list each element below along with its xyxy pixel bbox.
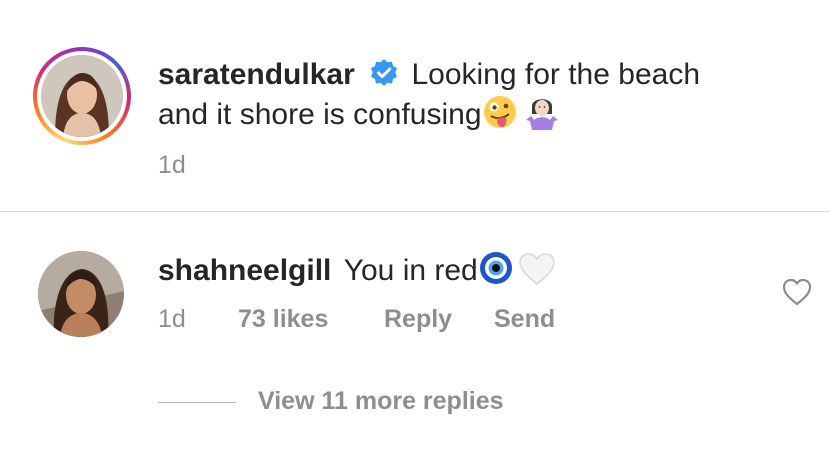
story-ring-avatar[interactable] [33,47,131,145]
avatar-ring-inner [37,51,127,141]
caption-line-1: saratendulkar Looking for the beach [158,56,700,98]
caption-text-line-2: and it shore is confusing [158,98,482,131]
caption: saratendulkar Looking for the beach and … [0,0,830,212]
comment: shahneelgill You in red 1d 73 likes Repl… [0,212,830,461]
caption-timestamp: 1d [158,151,186,179]
nazar-amulet-emoji [478,250,514,296]
comment-avatar-image [38,251,124,337]
comment-avatar[interactable] [38,251,124,337]
reply-button[interactable]: Reply [384,304,452,334]
caption-username[interactable]: saratendulkar [158,58,355,91]
verified-badge-icon [369,58,399,98]
send-button[interactable]: Send [494,304,555,334]
shrug-emoji [524,94,560,140]
caption-line-2: and it shore is confusing [158,94,560,140]
comment-username[interactable]: shahneelgill [158,254,331,287]
comment-timestamp: 1d [158,305,186,333]
avatar [41,55,123,137]
comment-meta: 1d 73 likes Reply Send [158,304,758,334]
avatar-image [41,55,123,137]
view-more-replies-label[interactable]: View 11 more replies [258,386,504,416]
white-heart-emoji [518,252,556,296]
zany-face-emoji [482,94,518,140]
heart-outline-icon[interactable] [782,278,812,306]
view-more-rule [158,402,236,403]
comment-text: You in red [343,254,478,287]
caption-text-line-1: Looking for the beach [411,58,700,91]
likes-count-button[interactable]: 73 likes [238,304,328,334]
comment-line: shahneelgill You in red [158,250,556,296]
